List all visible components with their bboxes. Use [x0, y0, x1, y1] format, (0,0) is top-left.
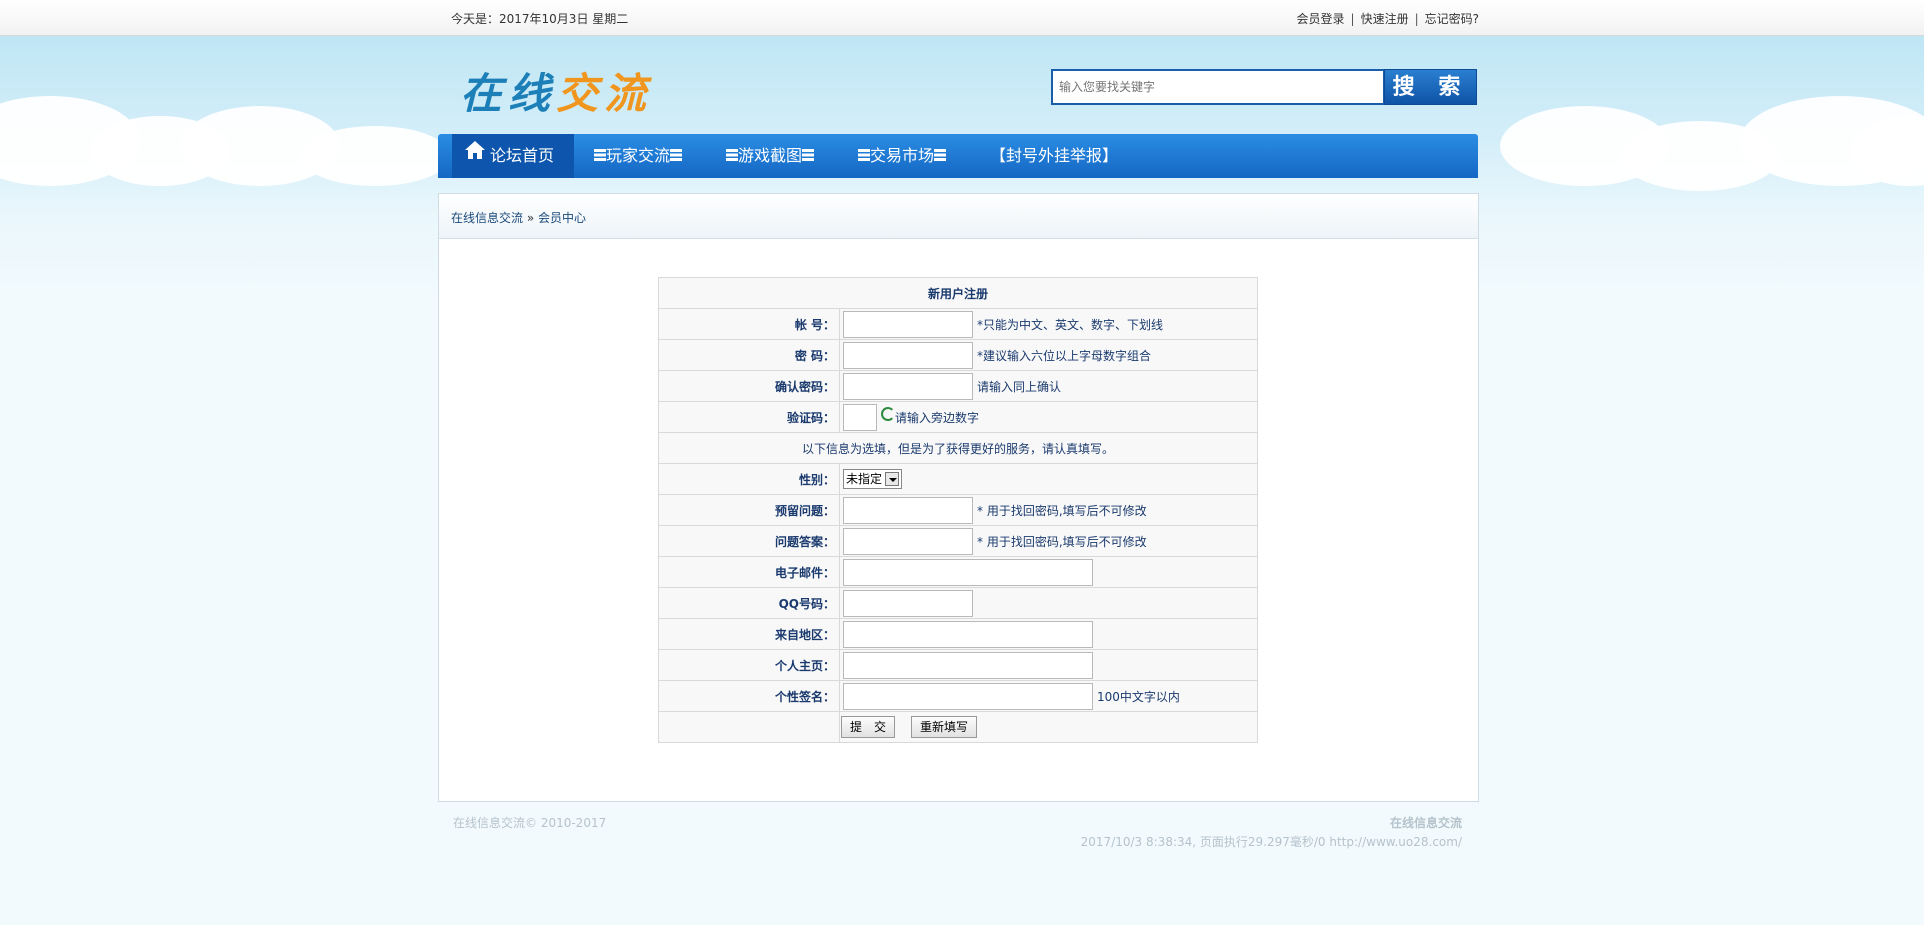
- region-input[interactable]: [843, 620, 1093, 648]
- chevron-down-icon: [885, 471, 900, 486]
- breadcrumb: 在线信息交流 » 会员中心: [439, 194, 1478, 239]
- current-date: 今天是：2017年10月3日 星期二: [451, 12, 629, 26]
- form-title: 新用户注册: [658, 277, 1258, 309]
- search-button[interactable]: 搜 索: [1384, 69, 1477, 105]
- form-row-answer: 问题答案： * 用于找回密码,填写后不可修改: [658, 525, 1258, 557]
- nav-item-player-exchange[interactable]: 玩家交流: [594, 134, 683, 178]
- form-row-qq: QQ号码：: [658, 587, 1258, 619]
- nav-item-label: 【封号外挂举报】: [990, 146, 1119, 165]
- forgot-password-link[interactable]: 忘记密码?: [1425, 12, 1479, 26]
- qq-input[interactable]: [843, 589, 973, 617]
- password-hint: *建议输入六位以上字母数字组合: [977, 348, 1152, 363]
- registration-form: 新用户注册 帐 号： *只能为中文、英文、数字、下划线 密 码： *建议输入六位…: [658, 277, 1258, 743]
- form-row-gender: 性别： 未指定: [658, 463, 1258, 495]
- account-hint: *只能为中文、英文、数字、下划线: [977, 317, 1164, 332]
- home-icon: [464, 133, 486, 177]
- login-link[interactable]: 会员登录: [1297, 12, 1345, 26]
- password-label: 密 码：: [658, 339, 840, 371]
- search-box: [1051, 69, 1385, 105]
- nav-item-label: 游戏截图: [738, 146, 803, 165]
- homepage-label: 个人主页：: [658, 649, 840, 681]
- form-row-confirm: 确认密码： 请输入同上确认: [658, 370, 1258, 402]
- form-row-account: 帐 号： *只能为中文、英文、数字、下划线: [658, 308, 1258, 340]
- breadcrumb-current[interactable]: 会员中心: [538, 211, 586, 225]
- signature-input[interactable]: [843, 682, 1093, 710]
- homepage-input[interactable]: [843, 651, 1093, 679]
- gender-label: 性别：: [658, 463, 840, 495]
- security-answer-label: 问题答案：: [658, 525, 840, 557]
- nav-item-screenshots[interactable]: 游戏截图: [726, 134, 815, 178]
- optional-info-note: 以下信息为选填，但是为了获得更好的服务，请认真填写。: [658, 432, 1258, 464]
- site-logo[interactable]: 在线交流: [460, 60, 652, 118]
- captcha-refresh-icon[interactable]: [881, 407, 895, 421]
- menu-bars-icon: [802, 149, 815, 161]
- form-row-captcha: 验证码： 请输入旁边数字: [658, 401, 1258, 433]
- confirm-password-hint: 请输入同上确认: [977, 379, 1062, 394]
- nav-item-home[interactable]: 论坛首页: [452, 134, 574, 178]
- confirm-password-input[interactable]: [843, 372, 973, 400]
- nav-item-report[interactable]: 【封号外挂举报】: [990, 134, 1118, 178]
- menu-bars-icon: [858, 149, 870, 161]
- main-nav: 论坛首页 玩家交流 游戏截图 交易市场 【封号外挂举报】: [438, 134, 1478, 178]
- password-input[interactable]: [843, 341, 973, 369]
- security-question-input[interactable]: [843, 496, 973, 524]
- captcha-label: 验证码：: [658, 401, 840, 433]
- form-row-question: 预留问题： * 用于找回密码,填写后不可修改: [658, 494, 1258, 526]
- form-row-signature: 个性签名： 100中文字以内: [658, 680, 1258, 712]
- submit-button[interactable]: 提 交: [841, 716, 896, 738]
- form-row-region: 来自地区：: [658, 618, 1258, 650]
- menu-bars-icon: [594, 149, 606, 161]
- menu-bars-icon: [670, 149, 683, 161]
- top-bar: 今天是：2017年10月3日 星期二 会员登录 | 快速注册 | 忘记密码?: [0, 0, 1924, 36]
- form-row-actions: 提 交重新填写: [658, 711, 1258, 743]
- security-answer-hint: * 用于找回密码,填写后不可修改: [977, 534, 1147, 549]
- content-panel: 在线信息交流 » 会员中心 新用户注册 帐 号： *只能为中文、英文、数字、下划…: [438, 193, 1479, 802]
- account-label: 帐 号：: [658, 308, 840, 340]
- logo-text-part2: 交流: [556, 69, 653, 118]
- nav-item-market[interactable]: 交易市场: [858, 134, 947, 178]
- separator: |: [1350, 12, 1355, 26]
- security-question-hint: * 用于找回密码,填写后不可修改: [977, 503, 1147, 518]
- reset-button[interactable]: 重新填写: [911, 716, 978, 738]
- qq-label: QQ号码：: [658, 587, 840, 619]
- email-label: 电子邮件：: [658, 556, 840, 588]
- register-link[interactable]: 快速注册: [1361, 12, 1409, 26]
- menu-bars-icon: [726, 149, 738, 161]
- breadcrumb-separator: »: [523, 211, 538, 225]
- captcha-hint: 请输入旁边数字: [895, 410, 980, 425]
- account-links: 会员登录 | 快速注册 | 忘记密码?: [1297, 10, 1480, 27]
- security-answer-input[interactable]: [843, 527, 973, 555]
- security-question-label: 预留问题：: [658, 494, 840, 526]
- footer-site-name: 在线信息交流: [1389, 816, 1462, 830]
- form-row-password: 密 码： *建议输入六位以上字母数字组合: [658, 339, 1258, 371]
- search-input[interactable]: [1053, 71, 1383, 103]
- email-field[interactable]: [843, 558, 1093, 586]
- gender-select[interactable]: 未指定: [843, 469, 903, 489]
- nav-item-label: 玩家交流: [606, 146, 671, 165]
- captcha-input[interactable]: [843, 403, 877, 431]
- signature-hint: 100中文字以内: [1097, 689, 1180, 704]
- footer-stats: 2017/10/3 8:38:34, 页面执行29.297毫秒/0 http:/…: [1080, 835, 1462, 849]
- form-row-email: 电子邮件：: [658, 556, 1258, 588]
- form-row-homepage: 个人主页：: [658, 649, 1258, 681]
- signature-label: 个性签名：: [658, 680, 840, 712]
- breadcrumb-root[interactable]: 在线信息交流: [451, 211, 523, 225]
- separator: |: [1414, 12, 1419, 26]
- nav-item-label: 论坛首页: [490, 146, 555, 165]
- nav-item-label: 交易市场: [870, 146, 935, 165]
- footer-copyright: 在线信息交流© 2010-2017: [453, 816, 607, 830]
- logo-text-part1: 在线: [460, 69, 557, 118]
- account-input[interactable]: [843, 310, 973, 338]
- menu-bars-icon: [934, 149, 947, 161]
- region-label: 来自地区：: [658, 618, 840, 650]
- confirm-password-label: 确认密码：: [658, 370, 840, 402]
- gender-selected-value: 未指定: [846, 472, 883, 486]
